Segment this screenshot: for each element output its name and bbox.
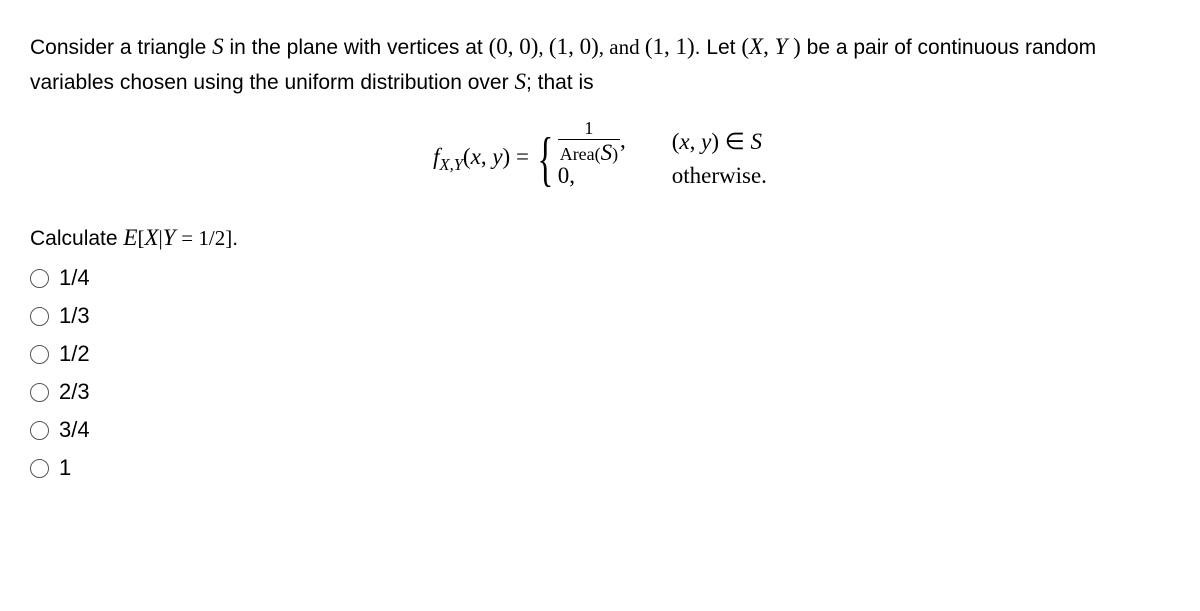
problem-text-part: ; that is — [526, 71, 594, 94]
problem-statement: Consider a triangle S in the plane with … — [30, 30, 1170, 99]
radio-icon[interactable] — [30, 307, 49, 326]
radio-icon[interactable] — [30, 459, 49, 478]
problem-text-part: . Let — [695, 36, 742, 59]
option-1[interactable]: 1/4 — [30, 265, 1170, 291]
vertex-2: (1, 0) — [549, 34, 599, 59]
option-3[interactable]: 1/2 — [30, 341, 1170, 367]
answer-options: 1/4 1/3 1/2 2/3 3/4 1 — [30, 265, 1170, 481]
radio-icon[interactable] — [30, 421, 49, 440]
left-brace: { — [537, 132, 553, 186]
symbol-S: S — [212, 34, 224, 59]
vertex-1: (0, 0) — [489, 34, 539, 59]
option-label: 1 — [59, 455, 71, 481]
question-prompt: Calculate E[X|Y = 1/2]. — [30, 225, 1170, 251]
problem-text-part: in the plane with vertices at — [224, 36, 489, 59]
case-condition-1: (x, y) ∈ S — [672, 129, 762, 155]
option-label: 1/3 — [59, 303, 90, 329]
vertex-3: (1, 1) — [645, 34, 695, 59]
option-label: 1/4 — [59, 265, 90, 291]
radio-icon[interactable] — [30, 383, 49, 402]
problem-text-part: Consider a triangle — [30, 36, 212, 59]
option-2[interactable]: 1/3 — [30, 303, 1170, 329]
symbol-S: S — [514, 69, 526, 94]
option-label: 2/3 — [59, 379, 90, 405]
option-4[interactable]: 2/3 — [30, 379, 1170, 405]
radio-icon[interactable] — [30, 269, 49, 288]
option-5[interactable]: 3/4 — [30, 417, 1170, 443]
formula-display: fX,Y(x, y) = { 1 Area(S) , (x, y) ∈ S 0,… — [30, 127, 1170, 191]
option-label: 1/2 — [59, 341, 90, 367]
radio-icon[interactable] — [30, 345, 49, 364]
option-6[interactable]: 1 — [30, 455, 1170, 481]
option-label: 3/4 — [59, 417, 90, 443]
case-condition-2: otherwise. — [672, 163, 767, 189]
fraction-num: 1 — [582, 120, 595, 139]
fraction: 1 Area(S) — [558, 120, 620, 164]
case-zero: 0, — [558, 163, 648, 189]
pdf-sub: X,Y — [439, 155, 462, 174]
